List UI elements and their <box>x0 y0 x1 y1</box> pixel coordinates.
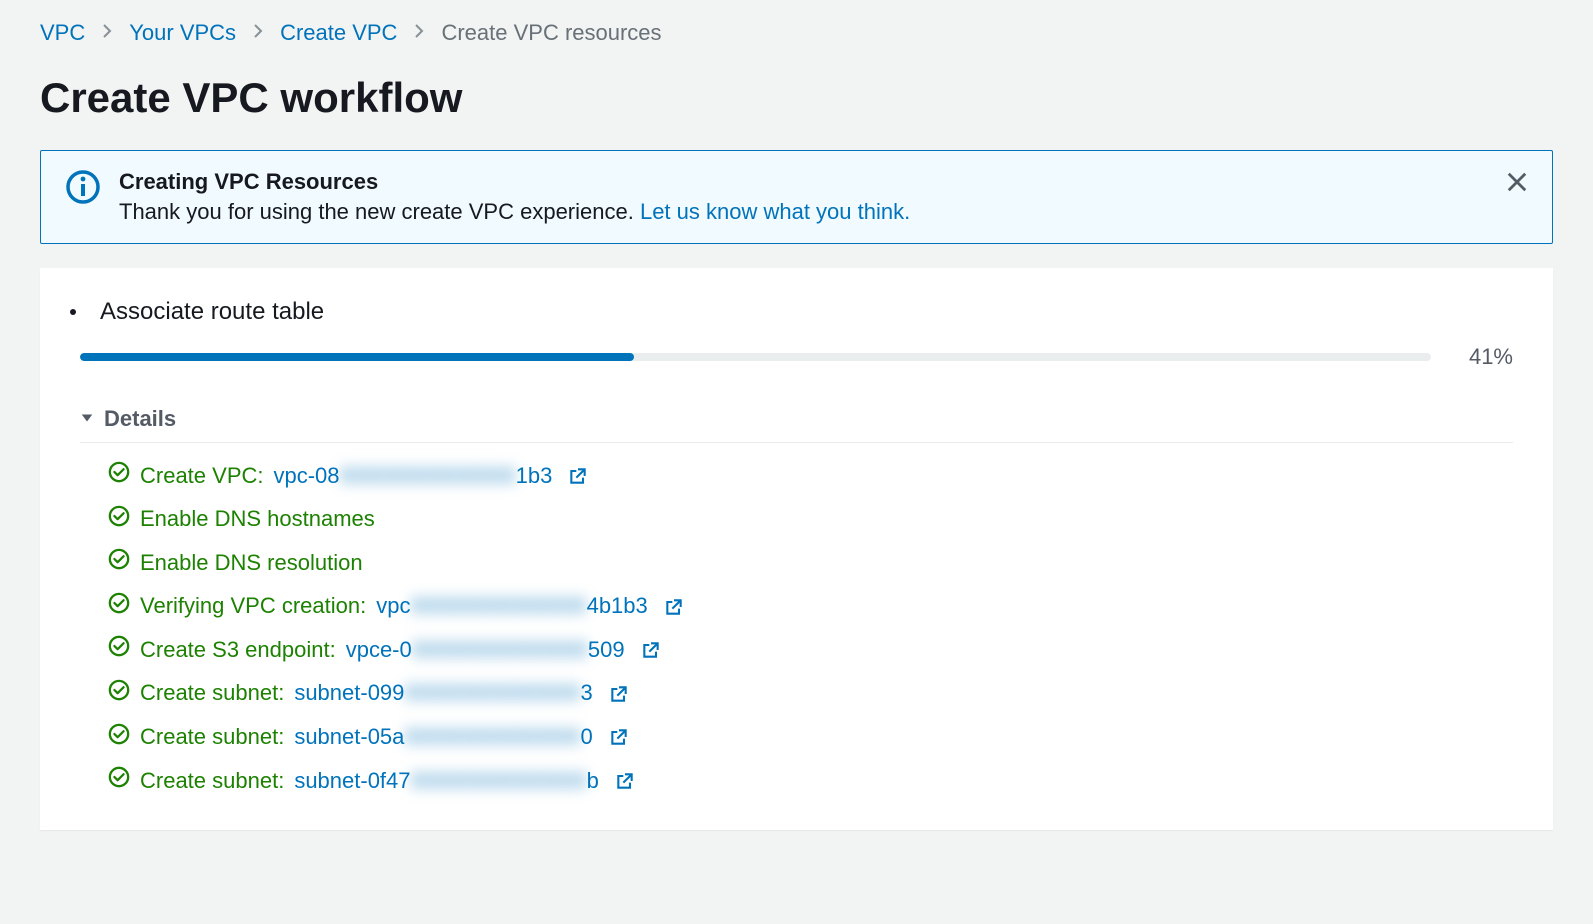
breadcrumb-link-vpc[interactable]: VPC <box>40 20 85 46</box>
check-circle-icon <box>108 766 130 796</box>
progress-bar-fill <box>80 353 634 361</box>
resource-link[interactable]: vpcXXXXXXXXXXXX4b1b3 <box>376 592 648 621</box>
check-circle-icon <box>108 548 130 578</box>
external-link-icon[interactable] <box>664 597 684 617</box>
details-step: Create subnet: subnet-0f47XXXXXXXXXXXXb <box>108 766 1513 796</box>
external-link-icon[interactable] <box>568 466 588 486</box>
check-circle-icon <box>108 592 130 622</box>
alert-text: Thank you for using the new create VPC e… <box>119 199 1528 225</box>
resource-link[interactable]: vpc-08XXXXXXXXXXXX1b3 <box>274 462 553 491</box>
alert-text-prefix: Thank you for using the new create VPC e… <box>119 199 640 224</box>
details-toggle[interactable]: Details <box>80 406 1513 443</box>
details-step: Enable DNS resolution <box>108 548 1513 578</box>
resource-link[interactable]: subnet-099XXXXXXXXXXXX3 <box>294 679 592 708</box>
step-text: Create subnet: <box>140 679 284 708</box>
details-step: Create VPC: vpc-08XXXXXXXXXXXX1b3 <box>108 461 1513 491</box>
step-text: Create subnet: <box>140 723 284 752</box>
feedback-link[interactable]: Let us know what you think. <box>640 199 910 224</box>
step-text: Create VPC: <box>140 462 264 491</box>
check-circle-icon <box>108 461 130 491</box>
external-link-icon[interactable] <box>615 771 635 791</box>
chevron-right-icon <box>250 23 266 44</box>
breadcrumb-current: Create VPC resources <box>441 20 661 46</box>
progress-bar <box>80 353 1431 361</box>
progress-percent: 41% <box>1453 344 1513 370</box>
breadcrumb: VPC Your VPCs Create VPC Create VPC reso… <box>40 20 1553 46</box>
external-link-icon[interactable] <box>641 640 661 660</box>
check-circle-icon <box>108 679 130 709</box>
details-step: Create subnet: subnet-05aXXXXXXXXXXXX0 <box>108 723 1513 753</box>
page-title: Create VPC workflow <box>40 74 1553 122</box>
details-step: Create S3 endpoint: vpce-0XXXXXXXXXXXX50… <box>108 635 1513 665</box>
breadcrumb-link-your-vpcs[interactable]: Your VPCs <box>129 20 236 46</box>
resource-link[interactable]: subnet-05aXXXXXXXXXXXX0 <box>294 723 592 752</box>
step-text: Enable DNS hostnames <box>140 505 375 534</box>
check-circle-icon <box>108 505 130 535</box>
info-alert: Creating VPC Resources Thank you for usi… <box>40 150 1553 244</box>
progress-panel: Associate route table 41% Details Create… <box>40 268 1553 830</box>
check-circle-icon <box>108 635 130 665</box>
spinner-icon <box>70 309 76 315</box>
progress-step-label: Associate route table <box>100 298 324 326</box>
step-text: Verifying VPC creation: <box>140 592 366 621</box>
step-text: Enable DNS resolution <box>140 549 363 578</box>
chevron-right-icon <box>99 23 115 44</box>
details-header-label: Details <box>104 406 176 432</box>
caret-down-icon <box>80 411 94 428</box>
close-icon <box>1506 181 1528 196</box>
breadcrumb-link-create-vpc[interactable]: Create VPC <box>280 20 397 46</box>
step-text: Create S3 endpoint: <box>140 636 336 665</box>
details-step: Create subnet: subnet-099XXXXXXXXXXXX3 <box>108 679 1513 709</box>
external-link-icon[interactable] <box>609 684 629 704</box>
alert-title: Creating VPC Resources <box>119 169 1528 195</box>
check-circle-icon <box>108 723 130 753</box>
resource-link[interactable]: vpce-0XXXXXXXXXXXX509 <box>346 636 625 665</box>
details-step: Verifying VPC creation: vpcXXXXXXXXXXXX4… <box>108 592 1513 622</box>
close-button[interactable] <box>1502 167 1532 200</box>
resource-link[interactable]: subnet-0f47XXXXXXXXXXXXb <box>294 767 599 796</box>
details-list: Create VPC: vpc-08XXXXXXXXXXXX1b3 Enable … <box>80 443 1513 796</box>
chevron-right-icon <box>411 23 427 44</box>
external-link-icon[interactable] <box>609 727 629 747</box>
info-icon <box>65 169 101 208</box>
step-text: Create subnet: <box>140 767 284 796</box>
details-step: Enable DNS hostnames <box>108 505 1513 535</box>
